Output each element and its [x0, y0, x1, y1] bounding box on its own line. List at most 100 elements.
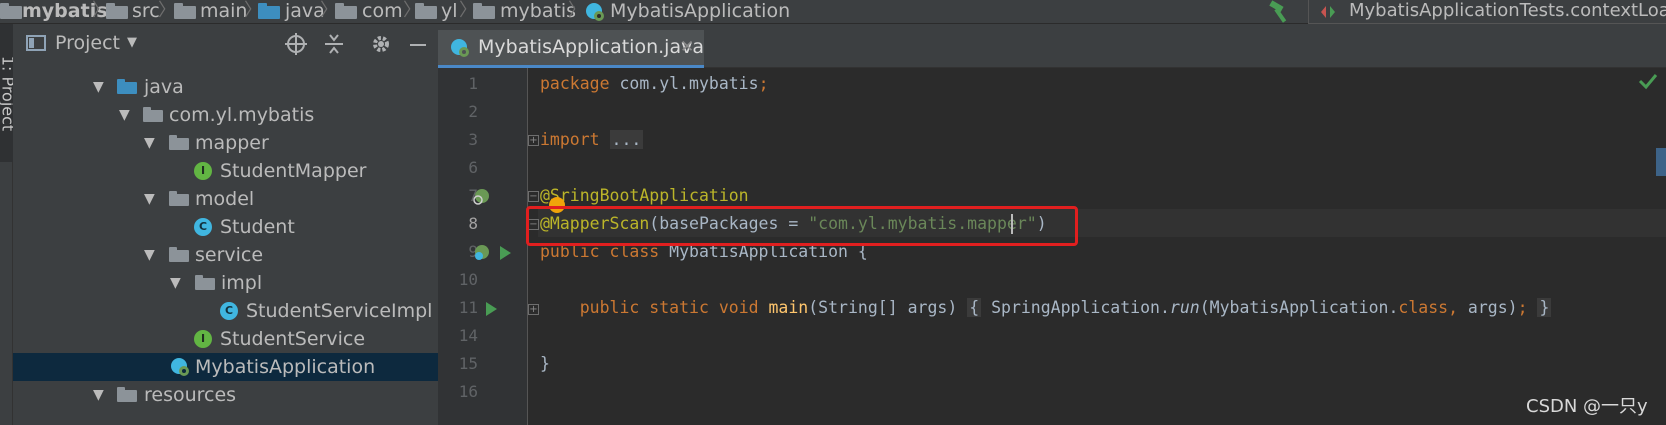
inspection-ok-check-icon[interactable]	[1638, 72, 1658, 90]
tree-item-model[interactable]: ▼ model	[13, 185, 451, 213]
resources-folder-icon	[117, 387, 137, 402]
tree-item-java[interactable]: ▼ java	[13, 73, 451, 101]
breadcrumb-item-yl[interactable]: yl	[441, 0, 458, 24]
annotation-highlight-box	[526, 206, 1078, 246]
tree-item-student-service[interactable]: I StudentService	[13, 325, 451, 353]
run-configuration-selector[interactable]: MybatisApplicationTests.contextLoa	[1308, 0, 1666, 24]
chevron-down-icon[interactable]: ▼	[127, 24, 137, 62]
interface-icon: I	[194, 162, 212, 180]
tree-item-label: resources	[144, 384, 237, 406]
line-number: 11	[458, 298, 478, 317]
chevron-down-icon[interactable]: ▼	[144, 241, 155, 269]
locate-target-icon[interactable]	[283, 31, 309, 57]
line-number: 2	[468, 102, 478, 121]
spring-bean-icon[interactable]	[472, 188, 490, 206]
chevron-down-icon[interactable]: ▼	[119, 101, 130, 129]
gear-icon[interactable]	[368, 31, 394, 57]
chevron-down-icon[interactable]: ▼	[93, 73, 104, 101]
token-package: com.yl.mybatis	[609, 74, 759, 93]
token-keyword: import	[540, 130, 600, 149]
breadcrumb: mybatis 〉 src 〉 main 〉 java 〉 com 〉 yl 〉…	[0, 0, 1666, 24]
tree-item-mybatis-application[interactable]: MybatisApplication	[13, 353, 451, 381]
tree-item-label: service	[195, 244, 264, 266]
class-icon: C	[194, 218, 212, 236]
tree-item-label: com.yl.mybatis	[169, 104, 315, 126]
run-configuration-label: MybatisApplicationTests.contextLoa	[1349, 0, 1666, 21]
test-config-icon	[1321, 6, 1335, 18]
package-icon	[335, 3, 357, 19]
breadcrumb-item-main[interactable]: main	[200, 0, 247, 24]
project-view-selector[interactable]: Project	[55, 24, 120, 62]
fold-expand-icon[interactable]: +	[528, 304, 539, 315]
spring-bean-icon[interactable]	[472, 244, 490, 262]
code-line-3: import ...	[540, 126, 644, 154]
token-static-method: run	[1169, 298, 1200, 317]
tree-item-label: java	[144, 76, 184, 98]
breadcrumb-item-mybatis-pkg[interactable]: mybatis	[500, 0, 576, 24]
package-icon	[415, 3, 437, 19]
project-tool-window-button[interactable]: 1: Project	[0, 24, 18, 162]
source-folder-icon	[117, 79, 137, 94]
tree-item-impl[interactable]: ▼ impl	[13, 269, 451, 297]
tree-item-label: StudentService	[220, 328, 366, 350]
tree-item-student-mapper[interactable]: I StudentMapper	[13, 157, 451, 185]
tree-item-label: Student	[220, 216, 295, 238]
folded-imports[interactable]: ...	[609, 130, 644, 149]
code-line-11: public static void main(String[] args) {…	[540, 294, 1552, 322]
chevron-down-icon[interactable]: ▼	[144, 185, 155, 213]
tree-item-com-yl-mybatis[interactable]: ▼ com.yl.mybatis	[13, 101, 451, 129]
close-icon[interactable]: ✕	[680, 30, 694, 64]
line-number: 16	[458, 382, 478, 401]
token-args: (String[] args)	[808, 298, 958, 317]
tree-item-resources[interactable]: ▼ resources	[13, 381, 451, 409]
token-call: SpringApplication.	[981, 298, 1170, 317]
line-number: 1	[468, 74, 478, 93]
tree-item-student-service-impl[interactable]: C StudentServiceImpl	[13, 297, 451, 325]
source-folder-icon	[258, 3, 280, 19]
breadcrumb-separator: 〉	[568, 0, 586, 21]
interface-icon: I	[194, 330, 212, 348]
fold-gutter	[528, 68, 538, 425]
token-brace: }	[1537, 298, 1552, 317]
tab-mybatis-application-java[interactable]: MybatisApplication.java ✕	[438, 30, 704, 68]
fold-collapse-icon[interactable]: −	[528, 191, 539, 202]
collapse-all-icon[interactable]	[321, 31, 347, 57]
breadcrumb-item-class[interactable]: MybatisApplication	[610, 0, 790, 24]
build-hammer-icon[interactable]	[1266, 0, 1292, 24]
spring-app-class-icon	[451, 39, 469, 57]
breadcrumb-item-src[interactable]: src	[132, 0, 160, 24]
code-line-15: }	[540, 350, 550, 378]
package-icon	[169, 191, 189, 206]
project-view-icon	[26, 35, 46, 51]
project-panel: Project ▼ ▼ java ▼ com.yl.mybatis ▼ mapp…	[13, 24, 463, 425]
breadcrumb-item-com[interactable]: com	[362, 0, 403, 24]
line-number: 6	[468, 158, 478, 177]
package-icon	[143, 107, 163, 122]
package-icon	[169, 135, 189, 150]
module-folder-icon	[0, 3, 22, 19]
tree-item-mapper[interactable]: ▼ mapper	[13, 129, 451, 157]
breadcrumb-item-java[interactable]: java	[285, 0, 325, 24]
token-comma: ,	[1448, 298, 1458, 317]
spring-app-class-icon	[586, 3, 604, 21]
run-icon[interactable]	[500, 246, 511, 260]
tree-item-student[interactable]: C Student	[13, 213, 451, 241]
token-brace: {	[967, 298, 982, 317]
chevron-down-icon[interactable]: ▼	[170, 269, 181, 297]
token-keyword: package	[540, 74, 610, 93]
fold-expand-icon[interactable]: +	[528, 135, 539, 146]
chevron-down-icon[interactable]: ▼	[93, 381, 104, 409]
line-number: 3	[468, 130, 478, 149]
tree-item-service[interactable]: ▼ service	[13, 241, 451, 269]
line-number: 10	[458, 270, 478, 289]
class-icon: C	[220, 302, 238, 320]
run-icon[interactable]	[486, 302, 497, 316]
code-editor[interactable]: 1 2 3 6 7 8 9 10 11 14 15 16 + − − + pac…	[438, 68, 1666, 425]
spring-app-class-icon	[171, 358, 189, 376]
chevron-down-icon[interactable]: ▼	[144, 129, 155, 157]
project-panel-header: Project ▼	[13, 24, 463, 62]
folder-icon	[174, 3, 196, 19]
tree-item-label: StudentServiceImpl	[246, 300, 433, 322]
tree-item-label: mapper	[195, 132, 269, 154]
minimize-icon[interactable]	[405, 31, 431, 57]
